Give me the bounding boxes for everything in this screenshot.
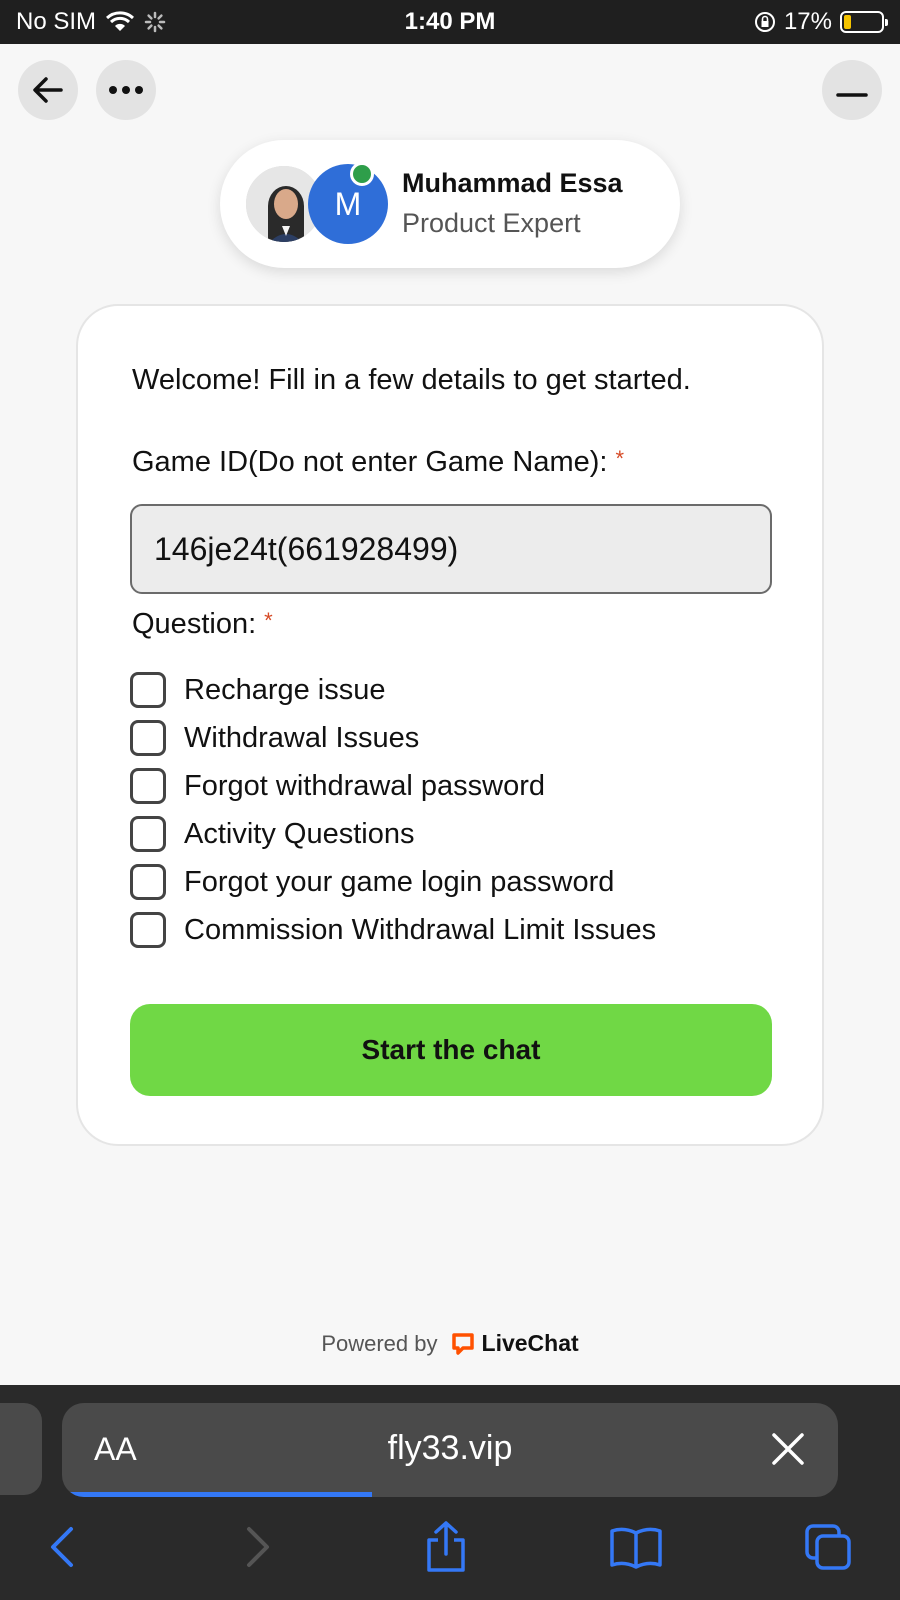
livechat-icon: [451, 1332, 474, 1355]
browser-forward-button[interactable]: [228, 1517, 288, 1577]
browser-toolbar: [0, 1513, 900, 1585]
stop-loading-icon[interactable]: [764, 1425, 812, 1473]
start-chat-button[interactable]: Start the chat: [130, 1004, 772, 1096]
book-icon: [610, 1527, 662, 1569]
minimize-button[interactable]: [822, 60, 882, 120]
ellipsis-icon: [109, 86, 143, 94]
option-label: Forgot withdrawal password: [184, 769, 546, 802]
checkbox[interactable]: [130, 912, 166, 948]
share-button[interactable]: [416, 1517, 476, 1577]
more-options-button[interactable]: [96, 60, 156, 120]
orientation-lock-icon: [754, 12, 775, 32]
bookmarks-button[interactable]: [606, 1517, 666, 1577]
checkbox[interactable]: [130, 816, 166, 852]
powered-by: Powered by LiveChat: [0, 1330, 900, 1357]
welcome-text: Welcome! Fill in a few details to get st…: [132, 364, 691, 396]
agent-name: Muhammad Essa: [402, 168, 623, 198]
option-forgot-withdrawal-password[interactable]: Forgot withdrawal password: [130, 762, 656, 810]
checkbox[interactable]: [130, 672, 166, 708]
livechat-logo[interactable]: LiveChat: [450, 1330, 579, 1357]
option-label: Recharge issue: [184, 673, 386, 706]
option-label: Activity Questions: [184, 817, 415, 850]
option-forgot-login-password[interactable]: Forgot your game login password: [130, 858, 656, 906]
address-bar[interactable]: AA fly33.vip: [62, 1403, 838, 1497]
checkbox[interactable]: [130, 864, 166, 900]
question-label-text: Question:: [132, 608, 257, 640]
agent-card: M Muhammad Essa Product Expert: [220, 140, 680, 268]
share-icon: [427, 1521, 465, 1572]
tabs-button[interactable]: [798, 1517, 858, 1577]
back-button[interactable]: [18, 60, 78, 120]
agent-avatar-initial: M: [308, 164, 388, 244]
page-load-progress: [62, 1492, 838, 1497]
status-bar: No SIM 1:40 PM 17%: [0, 0, 900, 44]
minimize-icon: [836, 93, 868, 97]
chevron-right-icon: [247, 1527, 269, 1567]
option-label: Forgot your game login password: [184, 865, 615, 898]
agent-role: Product Expert: [402, 208, 581, 238]
online-status-dot: [350, 162, 374, 186]
option-withdrawal-issues[interactable]: Withdrawal Issues: [130, 714, 656, 762]
option-label: Commission Withdrawal Limit Issues: [184, 913, 657, 946]
option-activity-questions[interactable]: Activity Questions: [130, 810, 656, 858]
browser-chrome: AA fly33.vip: [0, 1385, 900, 1600]
battery-icon: [840, 11, 888, 33]
powered-by-text: Powered by: [321, 1330, 438, 1356]
livechat-brand: LiveChat: [481, 1330, 579, 1356]
option-commission-limit[interactable]: Commission Withdrawal Limit Issues: [130, 906, 656, 954]
previous-tab-peek[interactable]: [0, 1403, 42, 1495]
checkbox[interactable]: [130, 768, 166, 804]
browser-back-button[interactable]: [32, 1517, 92, 1577]
game-id-input[interactable]: [130, 504, 772, 594]
question-label: Question: *: [132, 608, 273, 641]
required-asterisk: *: [264, 608, 273, 633]
url-text[interactable]: fly33.vip: [62, 1429, 838, 1468]
game-id-label-text: Game ID(Do not enter Game Name):: [132, 446, 608, 478]
question-options: Recharge issue Withdrawal Issues Forgot …: [130, 666, 656, 954]
required-asterisk: *: [615, 446, 625, 471]
battery-percent: 17%: [783, 8, 832, 35]
game-id-label: Game ID(Do not enter Game Name): *: [132, 446, 624, 479]
prechat-form: Welcome! Fill in a few details to get st…: [76, 304, 824, 1146]
tabs-icon: [805, 1524, 851, 1570]
chevron-left-icon: [51, 1527, 73, 1567]
arrow-left-icon: [33, 77, 63, 103]
option-recharge-issue[interactable]: Recharge issue: [130, 666, 656, 714]
option-label: Withdrawal Issues: [184, 721, 420, 754]
checkbox[interactable]: [130, 720, 166, 756]
